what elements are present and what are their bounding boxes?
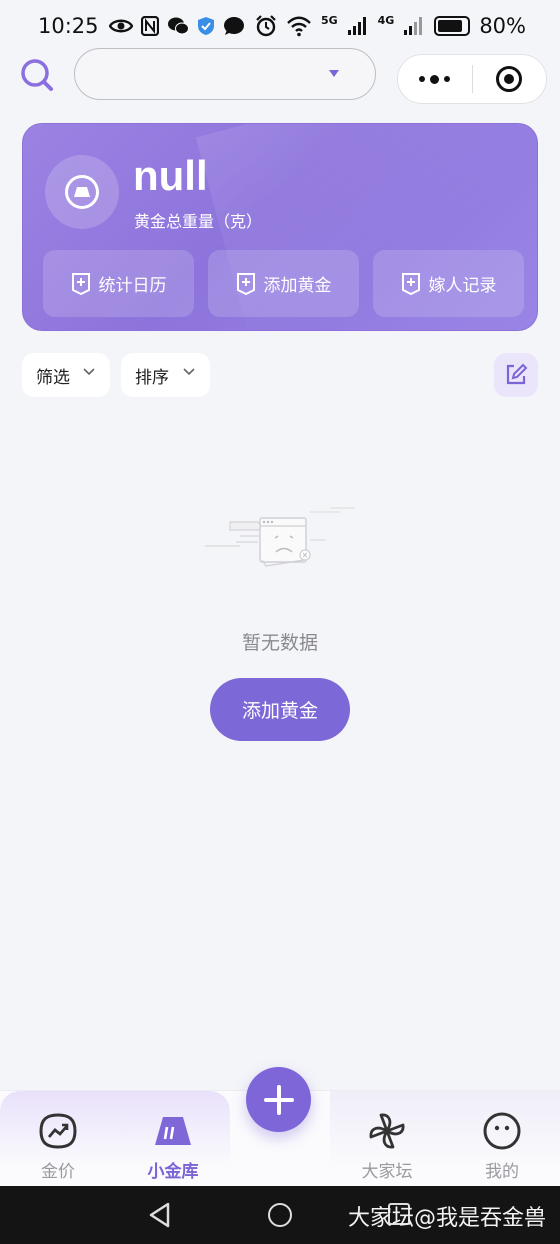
plus-square-icon <box>401 272 420 295</box>
empty-state-text: 暂无数据 <box>241 632 318 654</box>
top-bar <box>0 48 560 104</box>
wedding-record-button[interactable]: 嫁人记录 <box>373 250 524 317</box>
chevron-down-icon <box>329 70 339 77</box>
signal-icon <box>347 17 366 35</box>
network-5g: 5G <box>320 13 338 27</box>
sort-dropdown[interactable]: 排序 <box>121 353 210 397</box>
add-fab-button[interactable] <box>246 1067 311 1132</box>
network-4g: 4G <box>377 13 395 27</box>
edit-icon <box>506 363 528 385</box>
add-gold-action-button[interactable]: 添加黄金 <box>208 250 359 317</box>
shield-icon <box>197 17 214 35</box>
system-nav-bar: 大家坛@我是吞金兽 <box>0 1186 560 1244</box>
status-left-icons <box>108 16 245 36</box>
tab-label: 金价 <box>41 1162 75 1182</box>
search-icon[interactable] <box>20 58 54 92</box>
face-icon <box>483 1112 521 1150</box>
chevron-down-icon <box>183 368 195 376</box>
tab-gold-price[interactable]: 金价 <box>3 1091 113 1187</box>
plus-square-icon <box>236 272 255 295</box>
total-weight-label: 黄金总重量（克） <box>134 212 263 231</box>
gold-summary-card: null 黄金总重量（克） 统计日历 添加黄金 嫁人记录 <box>22 123 538 331</box>
tab-label: 大家坛 <box>361 1162 413 1182</box>
batch-edit-button[interactable] <box>494 353 538 397</box>
summary-actions: 统计日历 添加黄金 嫁人记录 <box>43 250 525 317</box>
gold-bar-icon <box>65 175 99 209</box>
alarm-icon <box>256 15 276 37</box>
chat-bubble-icon <box>223 17 244 35</box>
battery-percent: 80% <box>479 14 526 38</box>
dot-icon <box>444 76 451 82</box>
tab-mine[interactable]: 我的 <box>447 1091 557 1187</box>
pinwheel-icon <box>369 1113 405 1149</box>
dot-icon <box>419 76 426 82</box>
gold-avatar <box>45 155 119 229</box>
empty-data-illustration <box>205 507 355 567</box>
plus-icon <box>263 1084 294 1115</box>
wechat-icon <box>167 17 189 35</box>
dot-icon <box>430 74 440 84</box>
add-gold-button[interactable]: 添加黄金 <box>210 678 350 741</box>
watermark-text: 大家坛@我是吞金兽 <box>347 1206 546 1231</box>
signal-icon-2 <box>404 17 423 35</box>
tab-label: 我的 <box>485 1162 519 1182</box>
chevron-down-icon <box>83 368 95 376</box>
filter-dropdown[interactable]: 筛选 <box>22 353 110 397</box>
home-icon[interactable] <box>268 1203 292 1227</box>
tab-label: 小金库 <box>147 1162 199 1182</box>
filter-label: 筛选 <box>36 367 70 388</box>
target-icon <box>496 66 523 92</box>
plus-square-icon <box>71 272 90 295</box>
sort-label: 排序 <box>135 367 169 388</box>
eye-icon <box>108 19 133 33</box>
status-bar: 10:25 5G 4G 80% <box>0 0 560 52</box>
gold-bar-icon <box>155 1117 191 1145</box>
stats-calendar-button[interactable]: 统计日历 <box>43 250 194 317</box>
wedding-record-label: 嫁人记录 <box>428 276 497 296</box>
close-mini-program-button[interactable] <box>473 66 547 92</box>
mini-program-capsule <box>397 54 547 104</box>
back-icon[interactable] <box>148 1202 172 1228</box>
status-time: 10:25 <box>38 14 99 38</box>
nfc-icon <box>140 16 159 36</box>
tab-small-vault[interactable]: 小金库 <box>118 1091 228 1187</box>
status-right-icons: 5G 4G 80% <box>255 14 526 38</box>
stats-calendar-label: 统计日历 <box>98 276 167 296</box>
more-options-button[interactable] <box>398 74 472 84</box>
battery-icon <box>434 16 471 36</box>
tab-forum[interactable]: 大家坛 <box>332 1091 442 1187</box>
total-weight-value: null <box>133 152 208 199</box>
vault-selector-dropdown[interactable] <box>74 48 376 100</box>
trend-chart-icon <box>39 1113 77 1149</box>
wifi-icon <box>287 16 311 37</box>
add-gold-action-label: 添加黄金 <box>263 276 332 296</box>
